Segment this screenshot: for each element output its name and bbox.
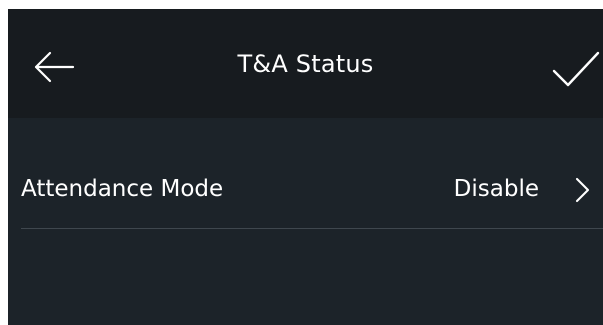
row-divider — [21, 228, 603, 229]
attendance-mode-value: Disable — [453, 176, 539, 202]
t-and-a-status-screen: T&A Status Attendance Mode Disable — [8, 9, 603, 325]
page-title: T&A Status — [237, 50, 374, 78]
attendance-mode-row[interactable]: Attendance Mode Disable — [8, 118, 603, 228]
top-bar: T&A Status — [8, 9, 603, 118]
attendance-mode-label: Attendance Mode — [21, 176, 224, 202]
chevron-right-icon — [573, 176, 591, 204]
checkmark-icon — [548, 47, 602, 91]
confirm-button[interactable] — [548, 47, 602, 91]
